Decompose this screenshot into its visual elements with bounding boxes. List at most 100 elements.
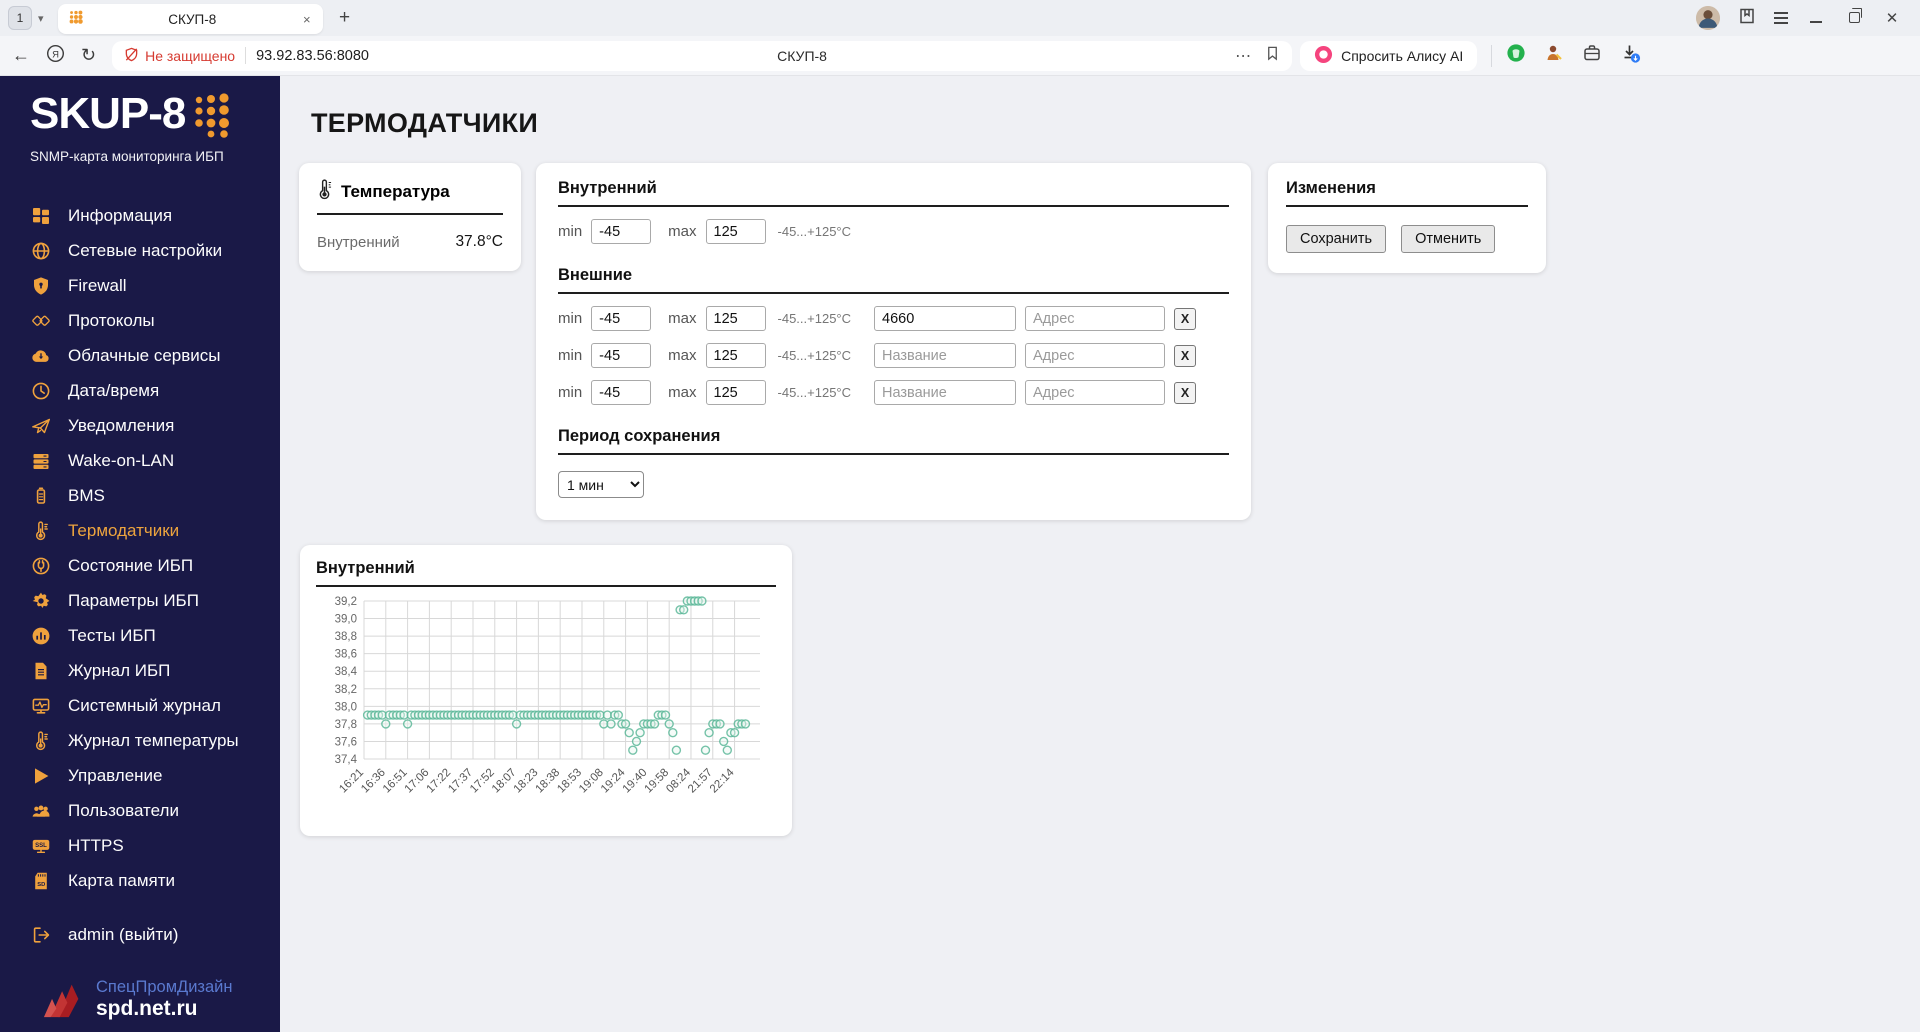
sidebar-item-thermo-sensors[interactable]: Термодатчики — [0, 513, 280, 548]
ask-alice-button[interactable]: Спросить Алису AI — [1300, 40, 1478, 71]
thermometer-dark-icon — [317, 179, 332, 205]
external-name-input-3[interactable] — [874, 380, 1017, 405]
battery-icon — [30, 486, 52, 506]
yandex-button[interactable]: Я — [46, 44, 65, 68]
new-tab-button[interactable]: + — [331, 4, 359, 32]
sidebar-item-system-log[interactable]: Системный журнал — [0, 688, 280, 723]
downloads-icon[interactable] — [1620, 43, 1641, 68]
external-address-input-3[interactable] — [1025, 380, 1166, 405]
sidebar-item-cloud-services[interactable]: Облачные сервисы — [0, 338, 280, 373]
monitor-pulse-icon — [30, 696, 52, 716]
external-max-input-1[interactable] — [705, 306, 766, 331]
security-chip[interactable]: Не защищено — [124, 47, 235, 65]
users-icon — [30, 801, 52, 821]
logo-dots-icon — [191, 92, 235, 143]
address-more-icon[interactable]: ⋯ — [1235, 46, 1251, 66]
window-minimize-button[interactable] — [1806, 10, 1826, 27]
internal-max-input[interactable] — [705, 219, 766, 244]
svg-text:38,2: 38,2 — [335, 684, 357, 696]
vendor-name: СпецПромДизайн — [96, 977, 233, 996]
svg-text:37,4: 37,4 — [335, 754, 358, 766]
svg-text:19:40: 19:40 — [621, 767, 650, 796]
min-label: min — [558, 347, 583, 364]
sidebar-item-information[interactable]: Информация — [0, 198, 280, 233]
remove-sensor-button-2[interactable]: X — [1174, 344, 1197, 367]
sidebar-item-bms[interactable]: BMS — [0, 478, 280, 513]
sidebar-item-logout[interactable]: admin (выйти) — [0, 917, 280, 952]
sidebar-item-control[interactable]: Управление — [0, 758, 280, 793]
min-label: min — [558, 384, 583, 401]
svg-text:21:57: 21:57 — [686, 767, 715, 796]
chart-circle-icon — [30, 626, 52, 646]
sidebar-item-ups-parameters[interactable]: Параметры ИБП — [0, 583, 280, 618]
svg-text:39,2: 39,2 — [335, 596, 357, 608]
browser-menu-icon[interactable] — [1774, 9, 1788, 27]
svg-text:17:06: 17:06 — [403, 767, 432, 796]
sidebar-item-wake-on-lan[interactable]: Wake-on-LAN — [0, 443, 280, 478]
server-icon — [30, 451, 52, 471]
internal-limits-row: min max -45...+125°C — [558, 219, 1229, 244]
page-title: ТЕРМОДАТЧИКИ — [311, 108, 539, 138]
external-name-input-2[interactable] — [874, 343, 1017, 368]
sidebar-item-date-time[interactable]: Дата/время — [0, 373, 280, 408]
tab-close-icon[interactable]: × — [301, 12, 313, 27]
external-min-input-3[interactable] — [591, 380, 652, 405]
svg-text:38,0: 38,0 — [335, 701, 357, 713]
sidebar-item-label: Облачные сервисы — [68, 345, 221, 365]
back-button[interactable]: ← — [12, 45, 30, 66]
address-bar-page-title: СКУП-8 — [777, 47, 827, 64]
sidebar-item-notifications[interactable]: Уведомления — [0, 408, 280, 443]
max-label: max — [668, 223, 697, 240]
save-button[interactable]: Сохранить — [1286, 225, 1387, 253]
bookmark-flag-icon[interactable] — [1265, 45, 1280, 66]
ssl-icon: SSL — [30, 836, 52, 856]
clock-icon — [30, 381, 52, 401]
sidebar-item-ups-tests[interactable]: Тесты ИБП — [0, 618, 280, 653]
svg-text:19:58: 19:58 — [642, 767, 671, 796]
remove-sensor-button-1[interactable]: X — [1174, 307, 1197, 330]
thermometer-icon — [30, 520, 52, 541]
bookmarks-panel-icon[interactable] — [1738, 7, 1756, 30]
tab-counter-button[interactable]: 1 — [8, 6, 32, 30]
external-max-input-3[interactable] — [705, 380, 766, 405]
save-period-select[interactable]: 1 мин — [558, 471, 644, 498]
external-min-input-2[interactable] — [591, 343, 652, 368]
external-max-input-2[interactable] — [705, 343, 766, 368]
window-restore-button[interactable] — [1844, 7, 1864, 27]
extension-clipboard-icon[interactable] — [1582, 43, 1602, 68]
changes-card: Изменения Сохранить Отменить — [1268, 163, 1546, 273]
paper-plane-icon — [30, 416, 52, 436]
address-bar[interactable]: Не защищено 93.92.83.56:8080 СКУП-8 ⋯ — [112, 40, 1293, 71]
sidebar-item-ups-log[interactable]: Журнал ИБП — [0, 653, 280, 688]
sidebar-item-firewall[interactable]: Firewall — [0, 268, 280, 303]
tab-list-chevron-icon[interactable]: ▾ — [34, 10, 48, 27]
sidebar-item-https[interactable]: SSL HTTPS — [0, 828, 280, 863]
external-name-input-1[interactable] — [874, 306, 1017, 331]
sidebar-item-ups-status[interactable]: Состояние ИБП — [0, 548, 280, 583]
sidebar-item-network-settings[interactable]: Сетевые настройки — [0, 233, 280, 268]
external-sensor-row: min max -45...+125°C X — [558, 306, 1229, 331]
browser-profile-avatar[interactable] — [1696, 6, 1720, 30]
sidebar-item-protocols[interactable]: Протоколы — [0, 303, 280, 338]
app-logo-subtitle: SNMP-карта мониторинга ИБП — [30, 149, 224, 164]
max-label: max — [668, 347, 697, 364]
extension-evernote-icon[interactable] — [1506, 43, 1526, 68]
sidebar-item-users[interactable]: Пользователи — [0, 793, 280, 828]
sd-card-icon: SD — [30, 871, 52, 891]
browser-tab-bar: 1 ▾ СКУП-8 × + ✕ — [0, 0, 1920, 36]
sidebar-item-temperature-log[interactable]: Журнал температуры — [0, 723, 280, 758]
sidebar-item-label: admin (выйти) — [68, 924, 179, 944]
cancel-button[interactable]: Отменить — [1401, 225, 1496, 253]
sidebar-menu: Информация Сетевые настройки Firewall Прото… — [0, 198, 280, 952]
svg-text:18:07: 18:07 — [490, 767, 519, 796]
external-address-input-2[interactable] — [1025, 343, 1166, 368]
external-address-input-1[interactable] — [1025, 306, 1166, 331]
extension-assistant-icon[interactable] — [1544, 43, 1564, 68]
reload-button[interactable]: ↻ — [81, 45, 96, 66]
window-close-button[interactable]: ✕ — [1882, 9, 1902, 27]
browser-tab[interactable]: СКУП-8 × — [57, 4, 323, 34]
sidebar-item-memory-card[interactable]: SD Карта памяти — [0, 863, 280, 898]
external-min-input-1[interactable] — [591, 306, 652, 331]
internal-min-input[interactable] — [591, 219, 652, 244]
remove-sensor-button-3[interactable]: X — [1174, 381, 1197, 404]
